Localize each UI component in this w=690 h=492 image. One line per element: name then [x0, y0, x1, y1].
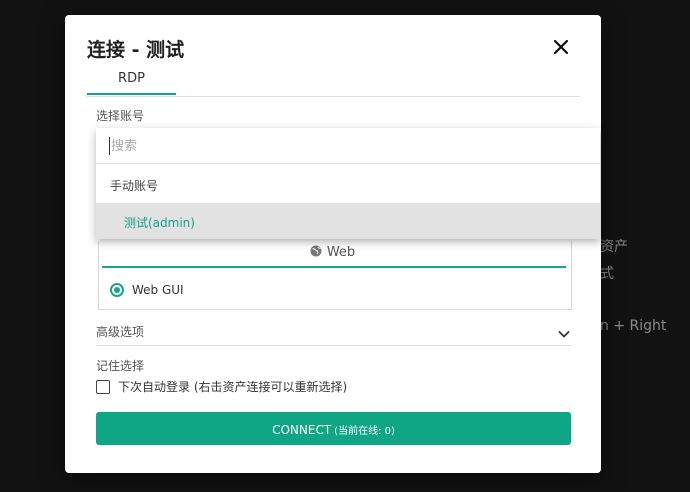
account-search [96, 128, 600, 164]
globe-icon [310, 245, 322, 257]
tab-rdp[interactable]: RDP [87, 71, 176, 95]
account-dropdown: 手动账号 测试(admin) [96, 128, 600, 239]
close-button[interactable] [551, 37, 571, 57]
account-option-label: 测试(admin) [124, 216, 195, 230]
select-account-label: 选择账号 [96, 109, 145, 123]
account-search-input[interactable] [109, 137, 591, 155]
auto-login-checkbox[interactable] [96, 379, 110, 394]
web-tab-indicator [102, 266, 566, 268]
advanced-options-toggle[interactable]: 高级选项 [96, 321, 571, 346]
remember-selection-label: 记住选择 [96, 359, 145, 373]
tab-active-indicator [87, 93, 176, 95]
auto-login-option[interactable]: 下次自动登录 (右击资产连接可以重新选择) [96, 378, 347, 395]
connect-button[interactable]: CONNECT (当前在线: 0) [96, 412, 571, 445]
connect-button-label: CONNECT [272, 423, 332, 437]
advanced-options-label: 高级选项 [96, 325, 145, 339]
connect-method-web-gui[interactable]: Web GUI [110, 282, 184, 298]
account-option[interactable]: 测试(admin) [96, 203, 600, 239]
background-text-fragment-1: 资产 [600, 239, 628, 255]
connect-method-panel: Web Web GUI [98, 241, 572, 310]
close-icon[interactable] [551, 37, 571, 57]
tab-web[interactable]: Web [99, 241, 566, 265]
tab-divider [87, 96, 580, 97]
background-text-fragment-2: 式 [600, 266, 614, 282]
connect-method-label: Web GUI [132, 283, 184, 297]
radio-selected-icon[interactable] [110, 283, 124, 297]
chevron-down-icon[interactable] [557, 327, 571, 341]
auto-login-label: 下次自动登录 (右击资产连接可以重新选择) [118, 380, 348, 394]
tab-web-label: Web [326, 245, 356, 260]
dialog-title: 连接 - 测试 [87, 39, 185, 61]
account-group-header: 手动账号 [110, 179, 159, 193]
background-text-fragment-3: n + Right [600, 318, 667, 334]
connect-dialog: 连接 - 测试 RDP 选择账号 Web Web GUI 高级选项 记住选择 下… [65, 15, 601, 473]
online-count-label: (当前在线: 0) [334, 426, 395, 437]
